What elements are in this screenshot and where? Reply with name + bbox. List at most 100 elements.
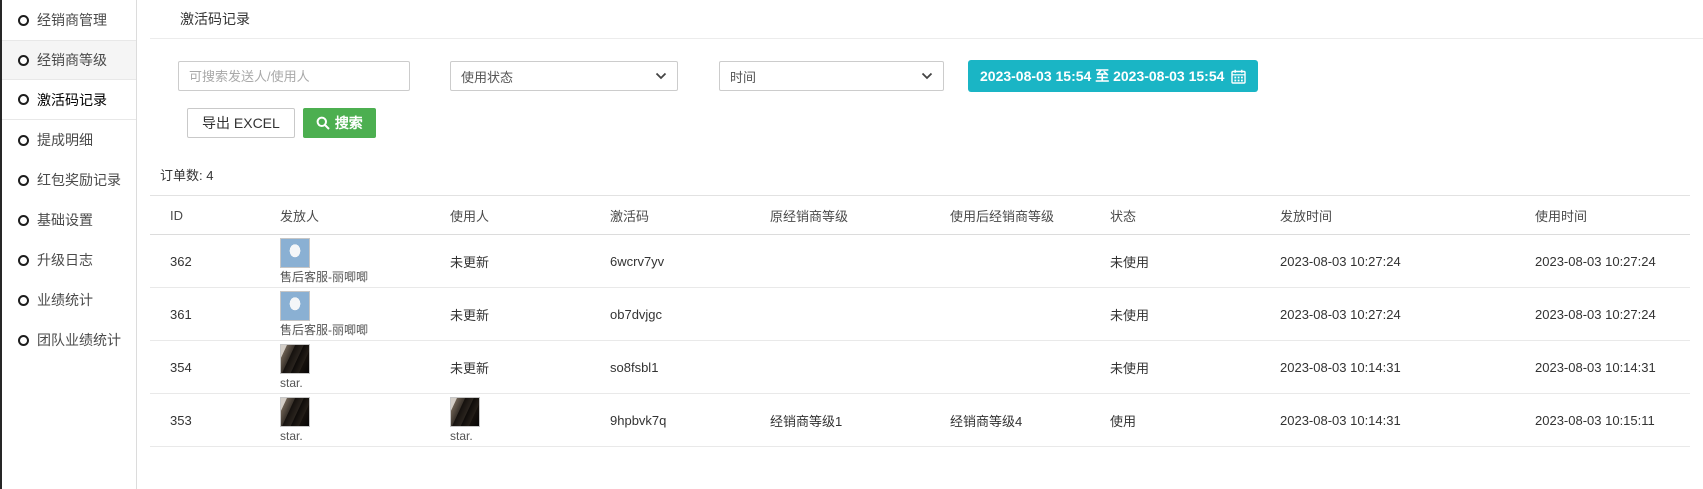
cell-old-level: 经销商等级1: [760, 394, 940, 447]
column-header-use-time: 使用时间: [1525, 196, 1690, 235]
column-header-status: 状态: [1100, 196, 1270, 235]
sidebar-item-upgrade-log[interactable]: 升级日志: [2, 240, 136, 280]
sidebar-item-label: 经销商等级: [37, 50, 107, 70]
cell-new-level: 经销商等级4: [940, 394, 1100, 447]
cell-issue-time: 2023-08-03 10:27:24: [1270, 288, 1525, 341]
sidebar-item-red-packet-reward-records[interactable]: 红包奖励记录: [2, 160, 136, 200]
circle-bullet-icon: [18, 55, 29, 66]
column-header-old-level: 原经销商等级: [760, 196, 940, 235]
table-row: 354 star. 未更新 so8fsbl1 未使用 2023-08-03 10…: [150, 341, 1690, 394]
column-header-id: ID: [150, 196, 270, 235]
column-header-issue-time: 发放时间: [1270, 196, 1525, 235]
chevron-down-icon: [655, 72, 667, 80]
sidebar-item-label: 团队业绩统计: [37, 330, 121, 350]
sidebar: 经销商管理 经销商等级 激活码记录 提成明细 红包奖励记录 基础设置 升级日志: [0, 0, 137, 489]
main-content: 激活码记录 使用状态 时间 2023-08-03 15:54 至 2023-08…: [137, 0, 1703, 489]
cell-new-level: [940, 341, 1100, 394]
app-window: 经销商管理 经销商等级 激活码记录 提成明细 红包奖励记录 基础设置 升级日志: [0, 0, 1703, 489]
sidebar-item-dealer-level[interactable]: 经销商等级: [2, 40, 136, 80]
cell-status: 未使用: [1100, 341, 1270, 394]
circle-bullet-icon: [18, 94, 29, 105]
cell-use-time: 2023-08-03 10:27:24: [1525, 288, 1690, 341]
cell-old-level: [760, 341, 940, 394]
search-icon: [316, 116, 330, 130]
sidebar-item-commission-details[interactable]: 提成明细: [2, 120, 136, 160]
cell-user: star.: [440, 394, 600, 447]
time-select-value: 时间: [730, 67, 756, 86]
cell-old-level: [760, 288, 940, 341]
cell-id: 362: [150, 235, 270, 288]
cell-id: 353: [150, 394, 270, 447]
cell-issue-time: 2023-08-03 10:27:24: [1270, 235, 1525, 288]
cell-code: 9hpbvk7q: [600, 394, 760, 447]
photo-avatar: [280, 344, 310, 374]
column-header-code: 激活码: [600, 196, 760, 235]
circle-bullet-icon: [18, 295, 29, 306]
circle-bullet-icon: [18, 175, 29, 186]
cell-status: 未使用: [1100, 235, 1270, 288]
sidebar-item-basic-settings[interactable]: 基础设置: [2, 200, 136, 240]
cell-code: 6wcrv7yv: [600, 235, 760, 288]
column-header-issuer: 发放人: [270, 196, 440, 235]
cell-issue-time: 2023-08-03 10:14:31: [1270, 394, 1525, 447]
table-row: 362 售后客服-丽唧唧 未更新 6wcrv7yv 未使用 2023-08-03…: [150, 235, 1690, 288]
cell-user: 未更新: [440, 288, 600, 341]
search-button[interactable]: 搜索: [303, 108, 376, 138]
table-header-row: ID 发放人 使用人 激活码 原经销商等级 使用后经销商等级 状态 发放时间 使…: [150, 196, 1690, 235]
order-count-label: 订单数:: [160, 168, 203, 183]
table-row: 361 售后客服-丽唧唧 未更新 ob7dvjgc 未使用 2023-08-03…: [150, 288, 1690, 341]
cell-use-time: 2023-08-03 10:15:11: [1525, 394, 1690, 447]
circle-bullet-icon: [18, 15, 29, 26]
photo-avatar: [450, 397, 480, 427]
button-row: 导出 EXCEL 搜索: [187, 108, 1703, 138]
sidebar-item-label: 升级日志: [37, 250, 93, 270]
photo-avatar: [280, 397, 310, 427]
usage-status-select[interactable]: 使用状态: [450, 61, 678, 91]
sidebar-item-label: 经销商管理: [37, 10, 107, 30]
calendar-icon: [1231, 69, 1246, 84]
issuer-name: 售后客服-丽唧唧: [280, 270, 440, 284]
sidebar-item-dealer-management[interactable]: 经销商管理: [2, 0, 136, 40]
chevron-down-icon: [921, 72, 933, 80]
cell-issuer: star.: [270, 341, 440, 394]
circle-bullet-icon: [18, 215, 29, 226]
sidebar-item-label: 激活码记录: [37, 90, 107, 110]
cell-old-level: [760, 235, 940, 288]
filter-row: 使用状态 时间 2023-08-03 15:54 至 2023-08-03 15…: [178, 60, 1703, 92]
cell-use-time: 2023-08-03 10:14:31: [1525, 341, 1690, 394]
cell-issue-time: 2023-08-03 10:14:31: [1270, 341, 1525, 394]
circle-bullet-icon: [18, 255, 29, 266]
page-title: 激活码记录: [150, 0, 1703, 39]
sidebar-item-activation-code-records[interactable]: 激活码记录: [2, 80, 136, 120]
date-range-button[interactable]: 2023-08-03 15:54 至 2023-08-03 15:54: [968, 60, 1258, 92]
search-input[interactable]: [178, 61, 410, 91]
cell-user: 未更新: [440, 341, 600, 394]
table-row: 353 star. star. 9hpbvk7q 经: [150, 394, 1690, 447]
export-excel-button[interactable]: 导出 EXCEL: [187, 108, 295, 138]
issuer-name: star.: [280, 376, 440, 390]
cell-new-level: [940, 235, 1100, 288]
column-header-user: 使用人: [440, 196, 600, 235]
blue-default-avatar: [280, 291, 310, 321]
cell-user: 未更新: [440, 235, 600, 288]
sidebar-item-label: 提成明细: [37, 130, 93, 150]
issuer-name: star.: [280, 429, 440, 443]
sidebar-item-label: 基础设置: [37, 210, 93, 230]
circle-bullet-icon: [18, 135, 29, 146]
issuer-name: 售后客服-丽唧唧: [280, 323, 440, 337]
cell-issuer: 售后客服-丽唧唧: [270, 235, 440, 288]
search-button-label: 搜索: [335, 113, 363, 133]
sidebar-item-team-performance-stats[interactable]: 团队业绩统计: [2, 320, 136, 360]
cell-code: so8fsbl1: [600, 341, 760, 394]
cell-id: 361: [150, 288, 270, 341]
cell-status: 使用: [1100, 394, 1270, 447]
order-count-value: 4: [206, 168, 213, 183]
usage-status-select-value: 使用状态: [461, 67, 513, 86]
column-header-new-level: 使用后经销商等级: [940, 196, 1100, 235]
sidebar-item-performance-stats[interactable]: 业绩统计: [2, 280, 136, 320]
sidebar-item-label: 业绩统计: [37, 290, 93, 310]
time-select[interactable]: 时间: [719, 61, 944, 91]
activation-code-table: ID 发放人 使用人 激活码 原经销商等级 使用后经销商等级 状态 发放时间 使…: [150, 195, 1690, 447]
order-count: 订单数: 4: [160, 165, 1703, 184]
circle-bullet-icon: [18, 335, 29, 346]
